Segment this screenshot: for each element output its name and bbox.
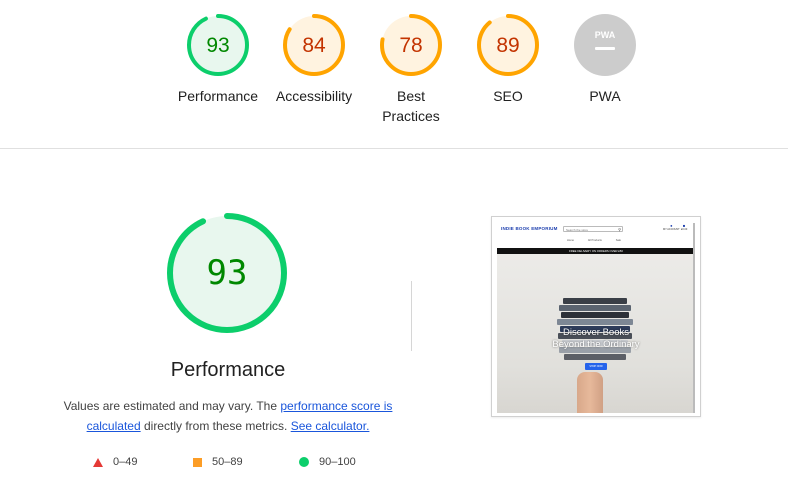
gauge-label: Performance <box>177 88 259 104</box>
red-triangle-icon <box>93 457 103 467</box>
green-circle-icon <box>299 457 309 467</box>
bag-label: £0.00 <box>681 228 688 231</box>
hero-line: Beyond the Ordinary <box>552 339 640 350</box>
legend-range: 50–89 <box>212 456 243 468</box>
gauge-score: 84 <box>302 34 326 57</box>
desc-text: Values are estimated and may vary. The <box>63 399 281 413</box>
performance-score-gauge: 93 <box>167 213 287 333</box>
vertical-divider <box>411 281 412 351</box>
performance-title: Performance <box>170 359 286 381</box>
legend-fail: 0–49 <box>93 455 137 469</box>
legend-average: 50–89 <box>193 455 243 469</box>
legend-range: 90–100 <box>319 456 356 468</box>
gauge-label: SEO <box>493 88 523 104</box>
gauge-pwa[interactable]: PWA PWA <box>555 13 655 106</box>
final-screenshot[interactable]: INDIE BOOK EMPORIUM Search the store ⚲ ●… <box>491 216 701 417</box>
gauge-label: Best Practices <box>382 88 440 124</box>
search-icon: ⚲ <box>618 227 621 232</box>
desc-text: directly from these metrics. <box>140 419 291 433</box>
gauge-seo-ring: 89 <box>477 14 539 76</box>
account-label: MY ACCOUNT <box>663 228 680 231</box>
gauge-best-practices-ring: 78 <box>380 14 442 76</box>
nav-link: Sale <box>615 239 621 242</box>
gauge-accessibility-ring: 84 <box>283 14 345 76</box>
gauge-label: Accessibility <box>275 88 353 104</box>
hero-banner: Discover Books Beyond the Ordinary SHOP … <box>497 254 695 413</box>
gauge-score: 93 <box>206 34 229 57</box>
gauge-score: 89 <box>496 34 519 57</box>
hero-heading: Discover Books Beyond the Ordinary <box>497 327 695 351</box>
hero-line: Discover Books <box>563 327 629 338</box>
gauge-score: 78 <box>399 34 422 57</box>
pwa-badge-icon: PWA <box>574 14 636 76</box>
site-nav: Home All Products Sale <box>567 239 635 242</box>
site-header: INDIE BOOK EMPORIUM Search the store ⚲ ●… <box>497 220 695 249</box>
gauge-performance[interactable]: 93 Performance <box>168 13 268 106</box>
gauge-best-practices[interactable]: 78 Best Practices <box>361 13 461 126</box>
nav-link: Home <box>567 239 574 242</box>
shop-now-button: SHOP NOW <box>585 363 607 370</box>
performance-score: 93 <box>207 253 248 293</box>
account-icon: ● MY ACCOUNT <box>663 223 680 231</box>
see-calculator-link[interactable]: See calculator. <box>291 419 370 433</box>
section-divider <box>0 148 788 149</box>
gauge-performance-ring: 93 <box>187 14 249 76</box>
scrollbar <box>693 223 695 413</box>
gauge-label: PWA <box>589 88 621 104</box>
site-logo: INDIE BOOK EMPORIUM <box>501 226 558 231</box>
pwa-badge-text: PWA <box>595 30 616 40</box>
search-placeholder: Search the store <box>566 228 589 232</box>
performance-description: Values are estimated and may vary. The p… <box>52 396 404 436</box>
gauge-seo[interactable]: 89 SEO <box>458 13 558 106</box>
orange-square-icon <box>193 457 202 467</box>
hand-image <box>577 372 603 413</box>
category-gauges: 93 Performance 84 Accessibility 78 Best … <box>0 0 788 148</box>
gauge-accessibility[interactable]: 84 Accessibility <box>264 13 364 106</box>
bag-icon: ■ £0.00 <box>681 223 688 231</box>
site-search-input: Search the store ⚲ <box>563 226 623 232</box>
nav-link: All Products <box>587 239 602 242</box>
page-thumbnail: INDIE BOOK EMPORIUM Search the store ⚲ ●… <box>497 220 695 413</box>
legend-pass: 90–100 <box>299 455 356 469</box>
legend-range: 0–49 <box>113 456 138 468</box>
